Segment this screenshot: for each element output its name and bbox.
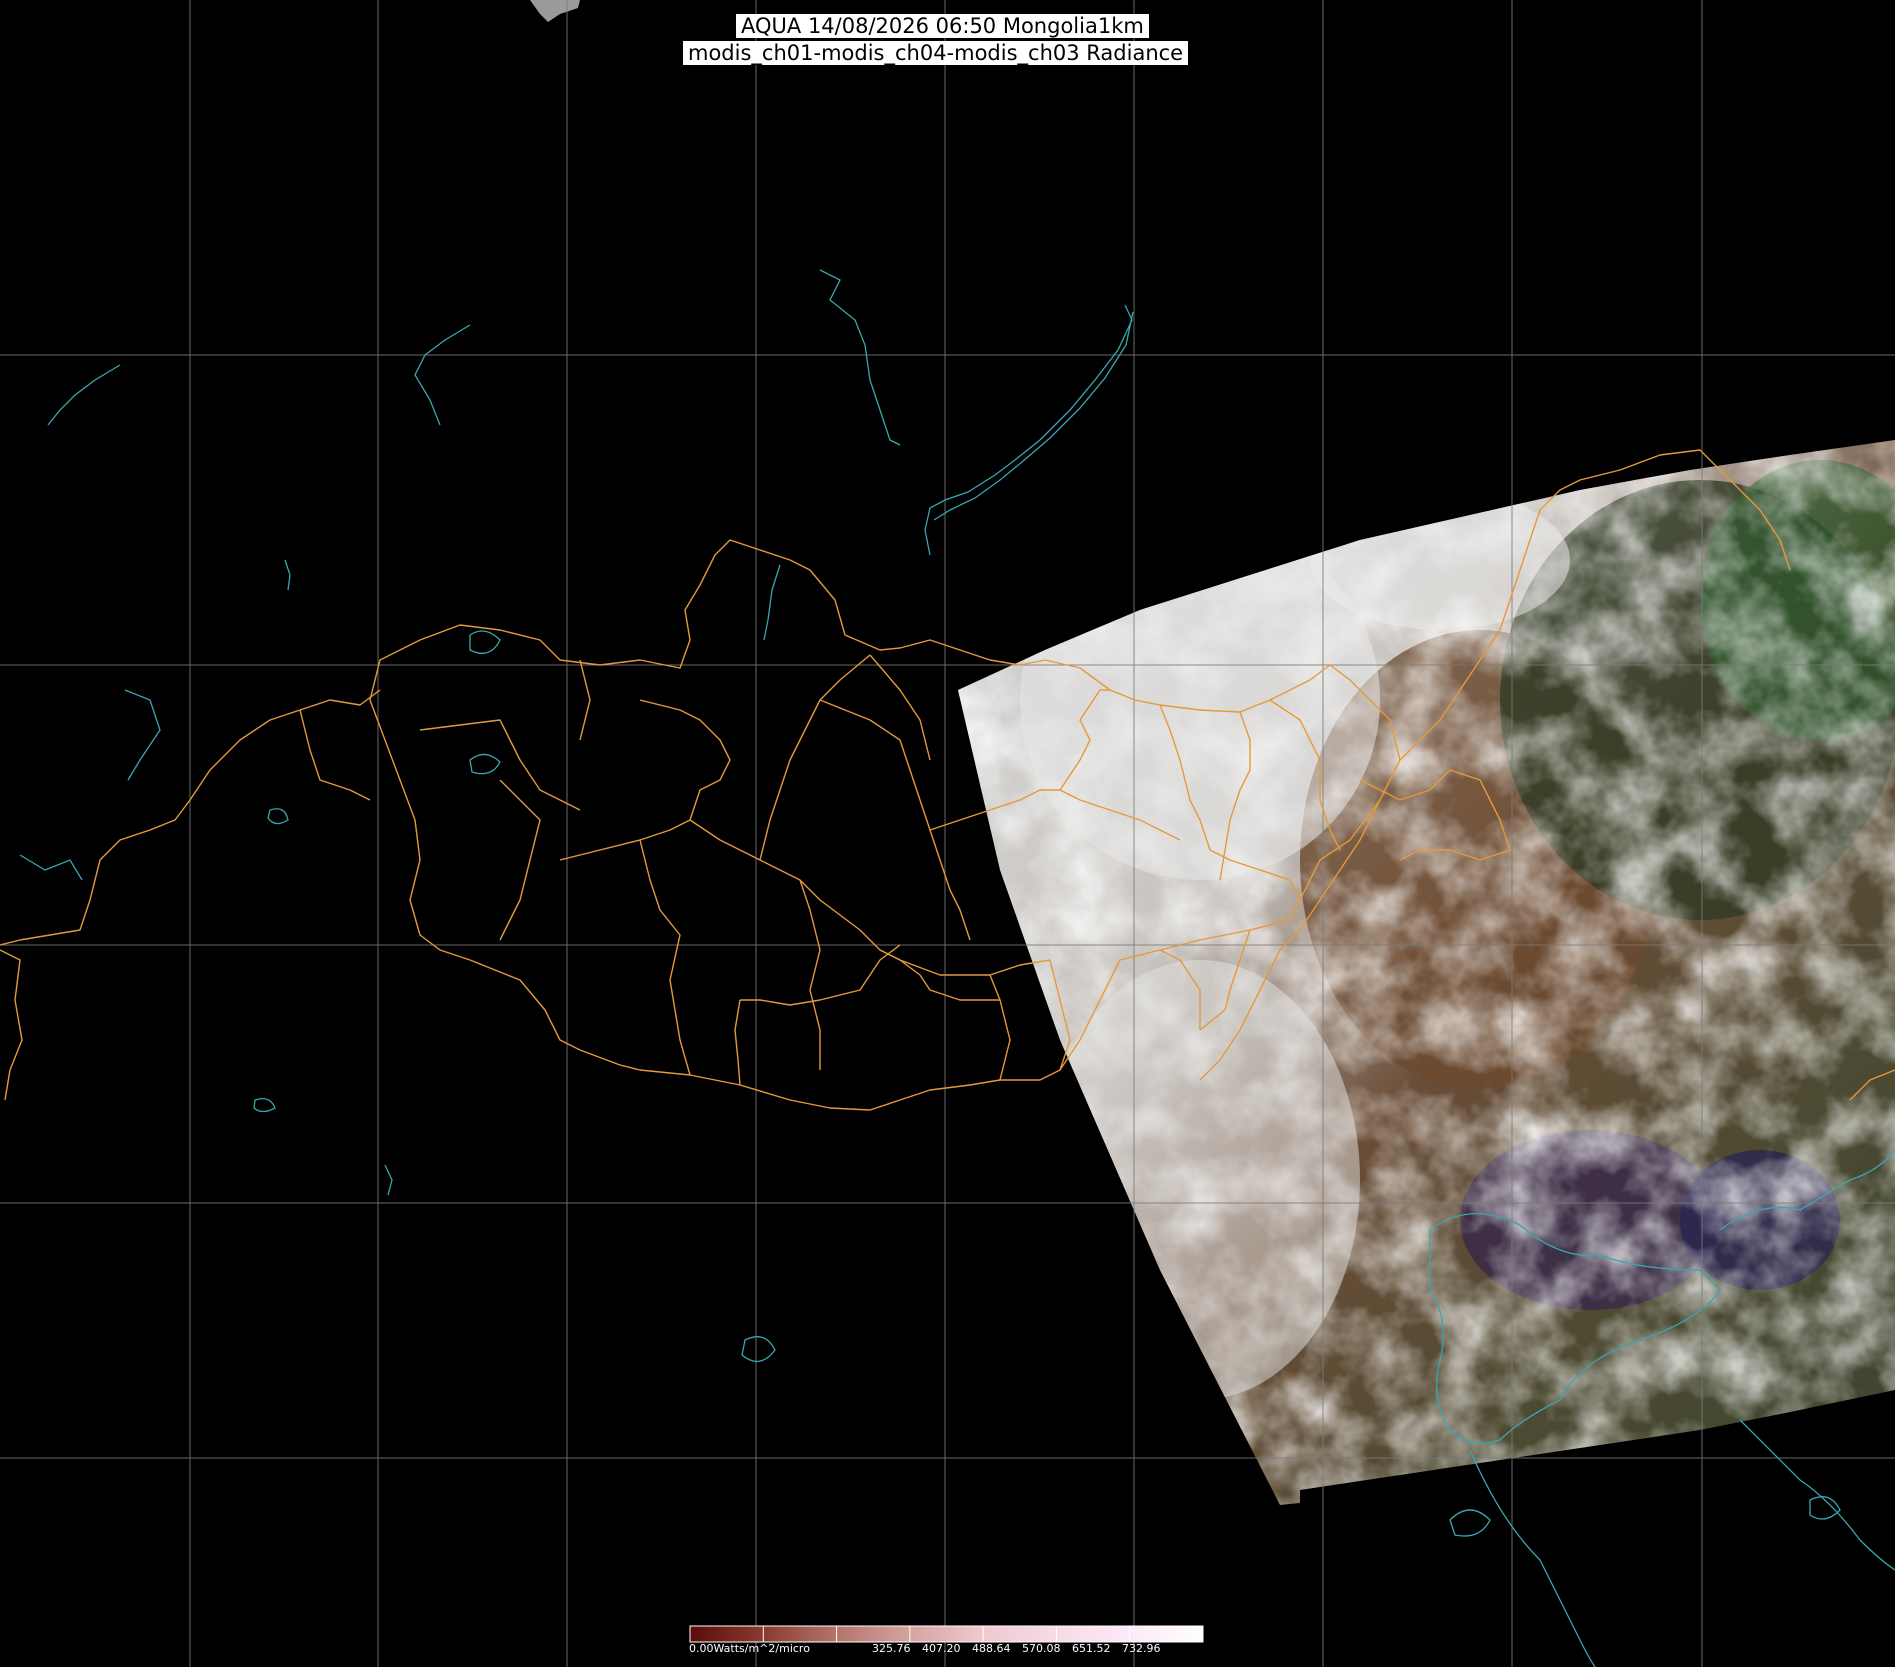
colorbar-unit-label: 0.00Watts/m^2/micro: [689, 1642, 810, 1655]
colorbar-tick-label: 325.76: [872, 1642, 911, 1655]
colorbar-tick-label: 732.96: [1122, 1642, 1161, 1655]
colorbar-tick-label: 570.08: [1022, 1642, 1061, 1655]
colorbar-tick-label: 651.52: [1072, 1642, 1111, 1655]
satellite-map: [0, 0, 1895, 1667]
map-title-line1: AQUA 14/08/2026 06:50 Mongolia1km: [736, 14, 1149, 38]
map-title-line2: modis_ch01-modis_ch04-modis_ch03 Radianc…: [683, 41, 1189, 65]
colorbar-tick-label: 488.64: [972, 1642, 1011, 1655]
colorbar-gradient: [689, 1625, 1204, 1643]
colorbar-tick-label: 407.20: [922, 1642, 961, 1655]
colorbar: [689, 1625, 1204, 1643]
